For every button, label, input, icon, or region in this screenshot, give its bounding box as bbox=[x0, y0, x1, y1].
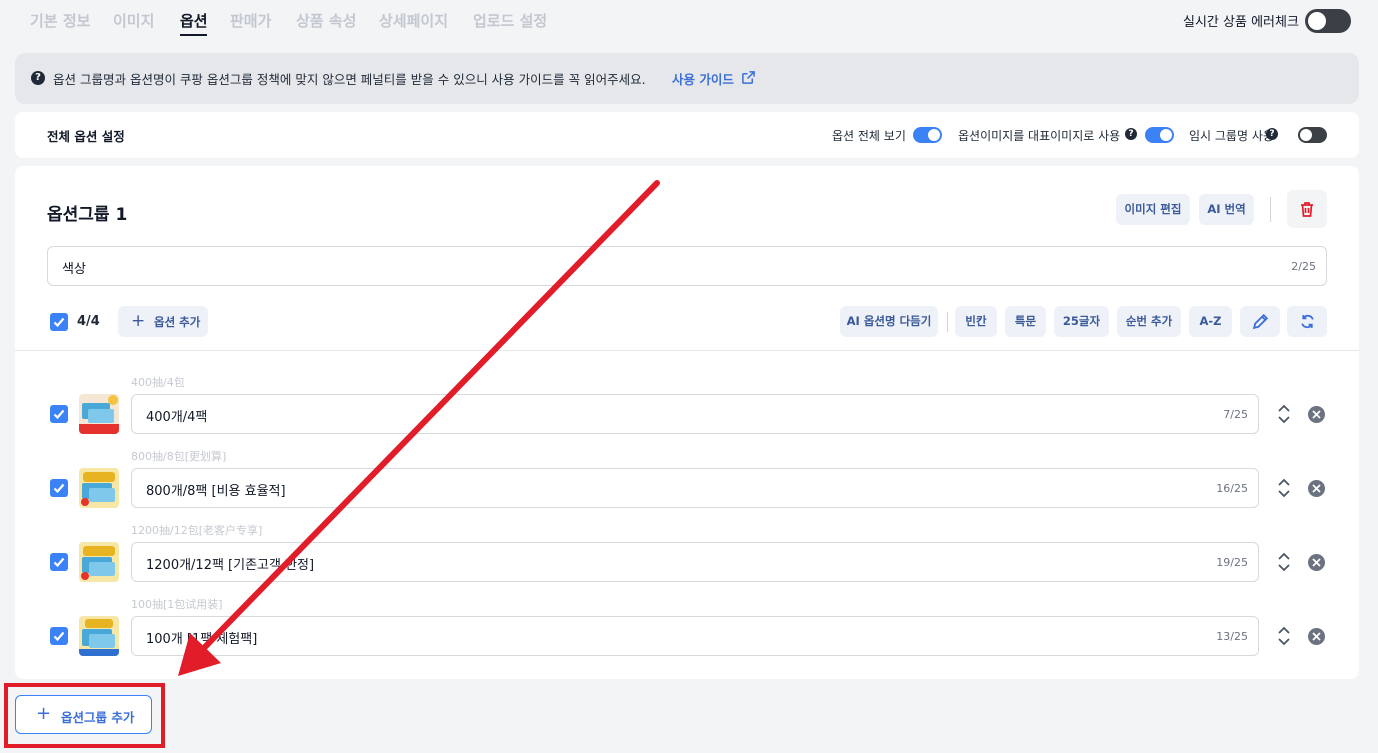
char-counter: 7/25 bbox=[1223, 408, 1248, 421]
edit-button[interactable] bbox=[1240, 306, 1280, 337]
show-all-toggle[interactable] bbox=[913, 127, 942, 143]
reorder-icon[interactable] bbox=[1277, 478, 1291, 498]
tab-images[interactable]: 이미지 bbox=[113, 10, 154, 31]
notice-banner: ? 옵션 그룹명과 옵션명이 쿠팡 옵션그룹 정책에 맞지 않으면 페널티를 받… bbox=[15, 53, 1359, 104]
char-counter: 2/25 bbox=[1291, 260, 1316, 273]
show-all-label: 옵션 전체 보기 bbox=[832, 129, 906, 143]
option-name-input[interactable]: 400개/4팩 7/25 bbox=[131, 394, 1259, 434]
global-option-settings: 전체 옵션 설정 옵션 전체 보기 옵션이미지를 대표이미지로 사용 ? 임시 … bbox=[15, 112, 1359, 158]
blank-button[interactable]: 빈칸 bbox=[955, 306, 997, 337]
sequence-add-button[interactable]: 순번 추가 bbox=[1117, 306, 1181, 337]
plus-icon: + bbox=[131, 311, 146, 331]
external-link-icon[interactable] bbox=[741, 70, 756, 85]
group-name-input[interactable]: 색상 2/25 bbox=[47, 246, 1327, 286]
check-icon bbox=[53, 317, 65, 328]
special-char-button[interactable]: 특문 bbox=[1005, 306, 1046, 337]
check-icon bbox=[53, 631, 65, 642]
divider bbox=[1270, 197, 1271, 222]
pencil-icon bbox=[1252, 313, 1269, 330]
option-name-input[interactable]: 800개/8팩 [비용 효율적] 16/25 bbox=[131, 468, 1259, 508]
top-tab-nav: 기본 정보 이미지 옵션 판매가 상품 속성 상세페이지 업로드 설정 실시간 … bbox=[0, 0, 1378, 44]
char-counter: 13/25 bbox=[1216, 630, 1248, 643]
remove-option-icon[interactable] bbox=[1308, 406, 1325, 423]
live-check-label: 실시간 상품 에러체크 bbox=[1183, 15, 1299, 30]
option-group-card: 옵션그룹 1 이미지 편집 AI 번역 색상 2/25 4/4 + 옵션 추가 … bbox=[15, 166, 1359, 679]
original-option-name: 100抽[1包试用装] bbox=[131, 598, 223, 611]
original-option-name: 1200抽/12包[老客户专享] bbox=[131, 524, 263, 537]
option-thumbnail[interactable] bbox=[79, 394, 119, 434]
option-thumbnail[interactable] bbox=[79, 468, 119, 508]
sort-az-button[interactable]: A-Z bbox=[1189, 306, 1232, 337]
live-check-toggle[interactable] bbox=[1305, 9, 1351, 33]
option-row: 100抽[1包试用装] 100개 [1팩 체험팩] 13/25 bbox=[15, 596, 1359, 670]
reorder-icon[interactable] bbox=[1277, 552, 1291, 572]
image-edit-button[interactable]: 이미지 편집 bbox=[1116, 194, 1190, 225]
check-icon bbox=[53, 409, 65, 420]
option-name-input[interactable]: 1200개/12팩 [기존고객 한정] 19/25 bbox=[131, 542, 1259, 582]
option-row: 800抽/8包[更划算] 800개/8팩 [비용 효율적] 16/25 bbox=[15, 448, 1359, 522]
char-counter: 16/25 bbox=[1216, 482, 1248, 495]
help-icon: ? bbox=[31, 71, 45, 85]
trash-icon bbox=[1301, 202, 1313, 217]
tab-upload-settings[interactable]: 업로드 설정 bbox=[473, 10, 547, 31]
refresh-button[interactable] bbox=[1287, 306, 1327, 337]
option-checkbox[interactable] bbox=[50, 627, 68, 645]
remove-option-icon[interactable] bbox=[1308, 480, 1325, 497]
tab-basic-info[interactable]: 기본 정보 bbox=[30, 10, 90, 31]
tab-attributes[interactable]: 상품 속성 bbox=[296, 10, 356, 31]
refresh-icon bbox=[1301, 314, 1314, 329]
help-icon[interactable]: ? bbox=[1266, 128, 1278, 140]
option-row: 400抽/4包 400개/4팩 7/25 bbox=[15, 374, 1359, 448]
option-name-value: 1200개/12팩 [기존고객 한정] bbox=[146, 558, 315, 573]
option-image-main-toggle[interactable] bbox=[1145, 127, 1174, 143]
option-thumbnail[interactable] bbox=[79, 542, 119, 582]
ai-clean-names-button[interactable]: AI 옵션명 다듬기 bbox=[840, 306, 938, 337]
add-option-label: 옵션 추가 bbox=[154, 315, 201, 329]
option-name-value: 400개/4팩 bbox=[146, 410, 208, 425]
tab-price[interactable]: 판매가 bbox=[230, 10, 271, 31]
check-icon bbox=[53, 483, 65, 494]
divider bbox=[947, 312, 948, 332]
notice-text: 옵션 그룹명과 옵션명이 쿠팡 옵션그룹 정책에 맞지 않으면 페널티를 받을 … bbox=[53, 72, 646, 87]
remove-option-icon[interactable] bbox=[1308, 628, 1325, 645]
original-option-name: 400抽/4包 bbox=[131, 376, 185, 389]
option-checkbox[interactable] bbox=[50, 553, 68, 571]
group-title: 옵션그룹 1 bbox=[47, 205, 128, 225]
option-name-value: 100개 [1팩 체험팩] bbox=[146, 632, 258, 647]
settings-title: 전체 옵션 설정 bbox=[47, 129, 125, 144]
usage-guide-link[interactable]: 사용 가이드 bbox=[672, 69, 734, 88]
group-name-value: 색상 bbox=[62, 262, 86, 277]
tab-detail-page[interactable]: 상세페이지 bbox=[379, 10, 448, 31]
tab-options[interactable]: 옵션 bbox=[180, 10, 208, 31]
option-image-main-label: 옵션이미지를 대표이미지로 사용 bbox=[958, 129, 1121, 143]
temp-group-name-toggle[interactable] bbox=[1298, 127, 1327, 143]
option-name-input[interactable]: 100개 [1팩 체험팩] 13/25 bbox=[131, 616, 1259, 656]
select-all-checkbox[interactable] bbox=[50, 313, 68, 331]
reorder-icon[interactable] bbox=[1277, 626, 1291, 646]
ai-translate-button[interactable]: AI 번역 bbox=[1199, 194, 1254, 225]
annotation-highlight-box bbox=[4, 683, 165, 748]
active-tab-indicator bbox=[180, 34, 207, 36]
option-row: 1200抽/12包[老客户专享] 1200개/12팩 [기존고객 한정] 19/… bbox=[15, 522, 1359, 596]
option-name-value: 800개/8팩 [비용 효율적] bbox=[146, 484, 286, 499]
selected-count: 4/4 bbox=[77, 314, 100, 329]
add-option-button[interactable]: + 옵션 추가 bbox=[118, 306, 208, 337]
list-divider bbox=[15, 350, 1359, 351]
temp-group-name-label: 임시 그룹명 사용 bbox=[1189, 129, 1274, 143]
help-icon[interactable]: ? bbox=[1125, 128, 1137, 140]
chars25-button[interactable]: 25글자 bbox=[1054, 306, 1109, 337]
reorder-icon[interactable] bbox=[1277, 404, 1291, 424]
delete-group-button[interactable] bbox=[1287, 190, 1327, 228]
option-checkbox[interactable] bbox=[50, 479, 68, 497]
original-option-name: 800抽/8包[更划算] bbox=[131, 450, 227, 463]
option-thumbnail[interactable] bbox=[79, 616, 119, 656]
char-counter: 19/25 bbox=[1216, 556, 1248, 569]
check-icon bbox=[53, 557, 65, 568]
option-checkbox[interactable] bbox=[50, 405, 68, 423]
remove-option-icon[interactable] bbox=[1308, 554, 1325, 571]
